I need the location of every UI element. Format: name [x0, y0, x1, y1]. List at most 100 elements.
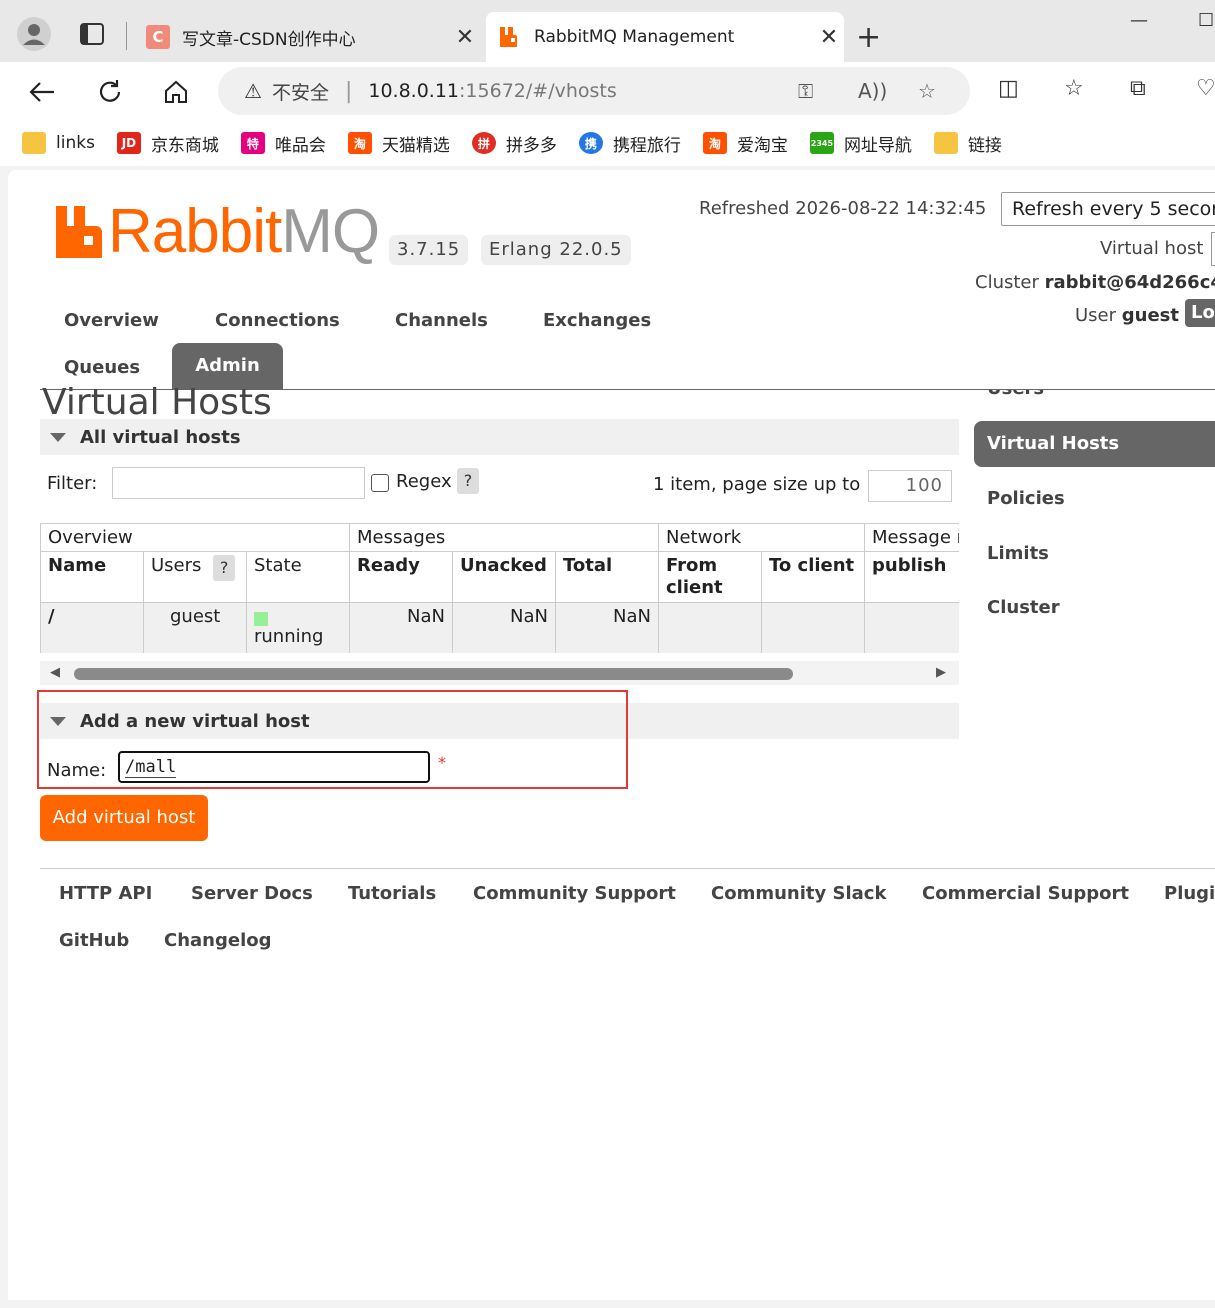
- footer-link-github[interactable]: GitHub: [59, 930, 129, 951]
- performance-icon[interactable]: ♡: [1196, 76, 1215, 101]
- bookmark-vip[interactable]: 特唯品会: [240, 131, 326, 156]
- bookmark-links-cn[interactable]: 链接: [933, 131, 1002, 156]
- favorites-icon[interactable]: ☆: [1064, 76, 1084, 101]
- rabbitmq-page: RabbitMQ 3.7.15 Erlang 22.0.5 Refreshed …: [8, 170, 1215, 1300]
- bookmark-label: 网址导航: [843, 135, 912, 156]
- bookmark-ctrip[interactable]: 携携程旅行: [578, 131, 681, 156]
- user-name: guest: [1121, 305, 1179, 326]
- bookmark-tmall[interactable]: 淘天猫精选: [347, 131, 450, 156]
- col-header-from-client[interactable]: From client: [658, 552, 761, 603]
- vhost-total: NaN: [555, 603, 658, 653]
- vhost-name-link[interactable]: /: [40, 603, 143, 653]
- footer-link-community-support[interactable]: Community Support: [473, 883, 676, 904]
- footer-link-server-docs[interactable]: Server Docs: [191, 883, 313, 904]
- back-arrow-icon[interactable]: [22, 72, 62, 112]
- rabbitmq-logo[interactable]: RabbitMQ: [56, 197, 380, 266]
- folder-icon: [22, 132, 46, 154]
- maximize-icon[interactable]: ☐: [1198, 10, 1214, 31]
- close-icon[interactable]: ✕: [814, 25, 844, 50]
- collections-icon[interactable]: ⧉: [1130, 76, 1146, 101]
- scroll-left-arrow-icon[interactable]: ◀: [50, 665, 60, 680]
- section-title: All virtual hosts: [80, 426, 241, 448]
- regex-help-button[interactable]: ?: [457, 468, 479, 494]
- all-vhosts-section-header[interactable]: All virtual hosts: [40, 419, 959, 455]
- vhost-unacked: NaN: [452, 603, 555, 653]
- bookmark-pdd[interactable]: 拼拼多多: [471, 131, 557, 156]
- refresh-interval-select[interactable]: Refresh every 5 seconds: [1001, 192, 1215, 226]
- nav-connections[interactable]: Connections: [215, 310, 340, 331]
- reload-icon[interactable]: [90, 72, 130, 112]
- bookmark-2345[interactable]: 2345 网址导航: [809, 131, 912, 156]
- col-header-state[interactable]: State: [246, 552, 349, 603]
- col-header-to-client[interactable]: To client: [761, 552, 864, 603]
- split-screen-icon[interactable]: ◫: [998, 76, 1019, 101]
- sidebar-item-limits[interactable]: Limits: [987, 543, 1049, 564]
- col-header-users[interactable]: Users ?: [143, 552, 246, 603]
- virtual-host-select[interactable]: [1211, 232, 1215, 266]
- regex-checkbox[interactable]: [371, 474, 389, 492]
- nav-queues[interactable]: Queues: [64, 357, 140, 378]
- key-icon[interactable]: ⚿: [798, 79, 813, 103]
- logout-button[interactable]: Log out: [1185, 299, 1215, 351]
- col-header-ready[interactable]: Ready: [349, 552, 452, 603]
- vhost-users: guest: [143, 603, 246, 653]
- footer-link-http-api[interactable]: HTTP API: [59, 883, 152, 904]
- vhost-to-client: [761, 603, 864, 653]
- col-header-unacked[interactable]: Unacked: [452, 552, 555, 603]
- footer-link-commercial-support[interactable]: Commercial Support: [922, 883, 1129, 904]
- footer-link-community-slack[interactable]: Community Slack: [711, 883, 886, 904]
- vip-icon: 特: [240, 132, 265, 154]
- filter-input[interactable]: [112, 467, 365, 499]
- close-icon[interactable]: ✕: [450, 25, 480, 50]
- warning-icon[interactable]: ⚠: [244, 79, 262, 103]
- scroll-right-arrow-icon[interactable]: ▶: [936, 665, 946, 680]
- sidebar-item-virtual-hosts[interactable]: Virtual Hosts: [974, 421, 1215, 467]
- tab-actions-icon[interactable]: [72, 14, 112, 54]
- security-label[interactable]: 不安全: [272, 78, 329, 105]
- tab-divider: [126, 22, 127, 50]
- tab-csdn[interactable]: C 写文章-CSDN创作中心 ✕: [134, 12, 480, 62]
- footer-link-plugins[interactable]: Plugins: [1164, 883, 1215, 904]
- footer-link-tutorials[interactable]: Tutorials: [348, 883, 436, 904]
- vhost-ready: NaN: [349, 603, 452, 653]
- tab-title: 写文章-CSDN创作中心: [182, 29, 356, 50]
- vhost-publish: [864, 603, 959, 653]
- bookmark-links[interactable]: links: [22, 132, 95, 154]
- add-virtual-host-button[interactable]: Add virtual host: [40, 795, 208, 841]
- vhost-from-client: [658, 603, 761, 653]
- address-bar[interactable]: ⚠ 不安全 | 10.8.0.11:15672/#/vhosts ⚿ A)) ☆: [218, 67, 970, 115]
- vhost-state-label: running: [254, 626, 324, 647]
- favorite-star-icon[interactable]: ☆: [918, 79, 936, 103]
- collapse-triangle-icon[interactable]: [50, 432, 66, 442]
- sidebar-item-policies[interactable]: Policies: [987, 488, 1065, 509]
- paging-text: 1 item, page size up to: [653, 474, 861, 495]
- read-aloud-icon[interactable]: A)): [858, 79, 887, 103]
- tab-rabbitmq[interactable]: RabbitMQ Management ✕: [486, 12, 844, 62]
- nav-channels[interactable]: Channels: [395, 310, 488, 331]
- page-size-input[interactable]: 100: [868, 470, 952, 502]
- pinduoduo-icon: 拼: [471, 132, 496, 154]
- col-header-publish[interactable]: publish: [864, 552, 959, 603]
- vhosts-table: Overview Messages Network Message rates …: [40, 523, 959, 653]
- bookmark-jd[interactable]: JD 京东商城: [116, 131, 219, 156]
- col-header-total[interactable]: Total: [555, 552, 658, 603]
- nav-overview[interactable]: Overview: [64, 310, 159, 331]
- footer-link-changelog[interactable]: Changelog: [164, 930, 272, 951]
- sidebar-item-cluster[interactable]: Cluster: [987, 597, 1060, 618]
- taobao-icon: 淘: [702, 132, 727, 154]
- url-path: :15672/#/vhosts: [459, 80, 617, 102]
- user-info: User guest: [1075, 305, 1179, 326]
- nav-exchanges[interactable]: Exchanges: [543, 310, 651, 331]
- users-help-button[interactable]: ?: [213, 555, 236, 581]
- bookmarks-bar: links JD 京东商城 特唯品会 淘天猫精选 拼拼多多 携携程旅行 淘爱淘宝 …: [0, 120, 1215, 166]
- new-tab-icon[interactable]: +: [856, 20, 881, 55]
- profile-avatar-icon[interactable]: [14, 14, 54, 54]
- bookmark-aitaobao[interactable]: 淘爱淘宝: [702, 131, 788, 156]
- home-icon[interactable]: [156, 72, 196, 112]
- rabbitmq-wordmark: RabbitMQ: [108, 197, 380, 266]
- table-horizontal-scrollbar[interactable]: ◀ ▶: [40, 661, 959, 685]
- nav-2345-icon: 2345: [809, 132, 834, 154]
- scrollbar-thumb[interactable]: [74, 668, 793, 680]
- col-header-name[interactable]: Name: [40, 552, 143, 603]
- minimize-icon[interactable]: —: [1130, 10, 1148, 31]
